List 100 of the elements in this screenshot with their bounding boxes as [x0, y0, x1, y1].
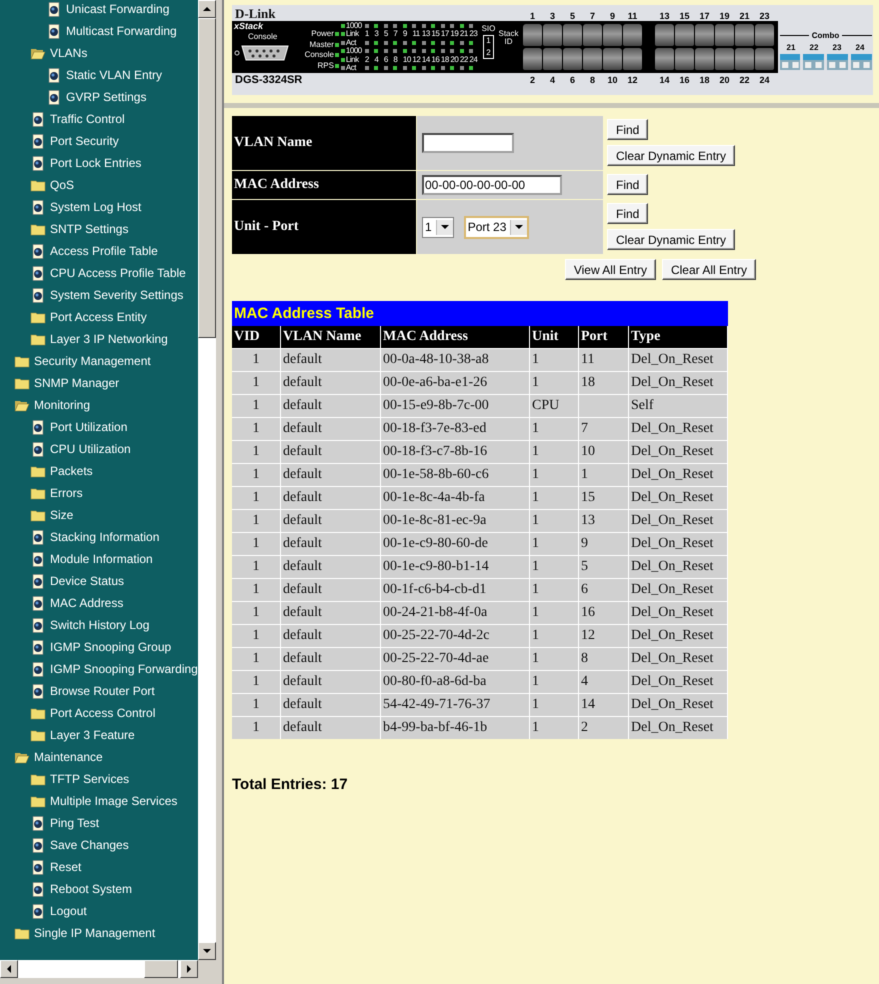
- led-icon: [340, 32, 345, 36]
- ethernet-port-icon: [623, 24, 642, 46]
- dropdown[interactable]: 1: [422, 216, 454, 238]
- table-cell: 00-0e-a6-ba-e1-26: [381, 372, 530, 394]
- menu-item[interactable]: Layer 3 Feature: [50, 728, 135, 742]
- text-field[interactable]: [422, 133, 514, 153]
- menu-item[interactable]: QoS: [50, 178, 74, 192]
- action-button[interactable]: Clear All Entry: [662, 259, 756, 280]
- menu-item[interactable]: Multicast Forwarding: [66, 24, 177, 38]
- menu-item[interactable]: Browse Router Port: [50, 684, 155, 698]
- horizontal-scrollbar[interactable]: [0, 960, 198, 978]
- ethernet-port-icon: [543, 48, 562, 70]
- menu-item[interactable]: CPU Utilization: [50, 442, 131, 456]
- menu-item[interactable]: TFTP Services: [50, 772, 130, 786]
- menu-item[interactable]: Module Information: [50, 552, 153, 566]
- menu-item[interactable]: Ping Test: [50, 816, 100, 830]
- menu-item[interactable]: Save Changes: [50, 838, 129, 852]
- ethernet-port-icon: [735, 48, 754, 70]
- page-globe-icon: [46, 68, 62, 82]
- led-icon: [460, 49, 464, 54]
- vertical-scrollbar[interactable]: [198, 0, 216, 960]
- menu-item[interactable]: Port Lock Entries: [50, 156, 142, 170]
- led-icon: [440, 66, 445, 70]
- port-number: 9: [608, 11, 616, 21]
- led-icon: [469, 24, 474, 28]
- menu-item[interactable]: Errors: [50, 486, 83, 500]
- menu-item[interactable]: System Log Host: [50, 200, 142, 214]
- table-cell: 1: [530, 625, 579, 647]
- menu-item[interactable]: Security Management: [34, 354, 151, 368]
- text-field[interactable]: 00-00-00-00-00-00: [422, 175, 562, 195]
- menu-item[interactable]: Static VLAN Entry: [66, 68, 162, 82]
- menu-item[interactable]: Monitoring: [34, 398, 90, 412]
- led-icon: [460, 40, 464, 45]
- fiber-port-icon: [827, 54, 848, 70]
- ethernet-port-icon: [715, 24, 734, 46]
- led-icon: [431, 40, 436, 45]
- table-cell: b4-99-ba-bf-46-1b: [381, 717, 530, 739]
- menu-item[interactable]: Port Access Entity: [50, 310, 147, 324]
- menu-item[interactable]: Reboot System: [50, 882, 132, 896]
- table-cell: CPU: [530, 395, 579, 417]
- link-label: Link: [346, 56, 359, 64]
- form-button[interactable]: Find: [607, 174, 648, 195]
- port-number: 8: [588, 75, 596, 85]
- menu-item[interactable]: Packets: [50, 464, 93, 478]
- form-button[interactable]: Find: [607, 119, 648, 140]
- menu-item[interactable]: Port Access Control: [50, 706, 156, 720]
- menu-item[interactable]: Access Profile Table: [50, 244, 158, 258]
- ethernet-port-icon: [695, 48, 714, 70]
- table-cell: 1: [530, 418, 579, 440]
- caret-icon: [515, 224, 524, 230]
- menu-item[interactable]: Single IP Management: [34, 926, 156, 940]
- led-icon: [393, 40, 398, 45]
- table-cell: 1: [530, 441, 579, 463]
- menu-item[interactable]: Layer 3 IP Networking: [50, 332, 168, 346]
- menu-item[interactable]: Stacking Information: [50, 530, 160, 544]
- menu-item[interactable]: Traffic Control: [50, 112, 125, 126]
- dropdown[interactable]: Port 23: [464, 216, 530, 238]
- menu-item[interactable]: IGMP Snooping Forwarding: [50, 662, 198, 676]
- ethernet-port-icon: [523, 24, 542, 46]
- form-button[interactable]: Clear Dynamic Entry: [607, 145, 736, 166]
- menu-item[interactable]: Reset: [50, 860, 82, 874]
- action-button[interactable]: View All Entry: [564, 259, 656, 280]
- column-header: VLAN Name: [281, 326, 381, 348]
- menu-item[interactable]: CPU Access Profile Table: [50, 266, 186, 280]
- console-label: Console: [247, 33, 278, 41]
- led-icon: [469, 40, 474, 45]
- table-cell: default: [281, 372, 381, 394]
- port-number: 4: [548, 75, 556, 85]
- menu-item[interactable]: SNTP Settings: [50, 222, 128, 236]
- led-port-number: 14: [422, 56, 431, 64]
- menu-item[interactable]: Switch History Log: [50, 618, 150, 632]
- menu-item[interactable]: Port Utilization: [50, 420, 128, 434]
- form-button[interactable]: Find: [607, 203, 648, 224]
- led-icon: [460, 24, 464, 28]
- led-icon: [364, 49, 369, 54]
- fiber-port-icon: [803, 54, 824, 70]
- combo-label: Combo: [812, 31, 840, 40]
- menu-item[interactable]: Maintenance: [34, 750, 103, 764]
- menu-item[interactable]: System Severity Settings: [50, 288, 184, 302]
- table-cell: Del_On_Reset: [629, 717, 728, 739]
- menu-item[interactable]: Port Security: [50, 134, 119, 148]
- menu-item[interactable]: Device Status: [50, 574, 124, 588]
- menu-item[interactable]: VLANs: [50, 46, 88, 60]
- menu-item[interactable]: GVRP Settings: [66, 90, 146, 104]
- ethernet-port-icon: [543, 24, 562, 46]
- table-cell: 00-1e-8c-81-ec-9a: [381, 510, 530, 532]
- menu-item[interactable]: SNMP Manager: [34, 376, 120, 390]
- menu-item[interactable]: Multiple Image Services: [50, 794, 178, 808]
- table-cell: Del_On_Reset: [629, 510, 728, 532]
- menu-item[interactable]: Size: [50, 508, 74, 522]
- menu-item[interactable]: MAC Address: [50, 596, 124, 610]
- table-cell: Del_On_Reset: [629, 441, 728, 463]
- form-button[interactable]: Clear Dynamic Entry: [607, 229, 736, 250]
- table-cell: 1: [232, 648, 281, 670]
- menu-item[interactable]: Unicast Forwarding: [66, 2, 170, 16]
- menu-item[interactable]: Logout: [50, 904, 87, 918]
- table-cell: 00-1e-c9-80-60-de: [381, 533, 530, 555]
- table-cell: Del_On_Reset: [629, 671, 728, 693]
- menu-item[interactable]: IGMP Snooping Group: [50, 640, 172, 654]
- caret-icon: [440, 224, 449, 230]
